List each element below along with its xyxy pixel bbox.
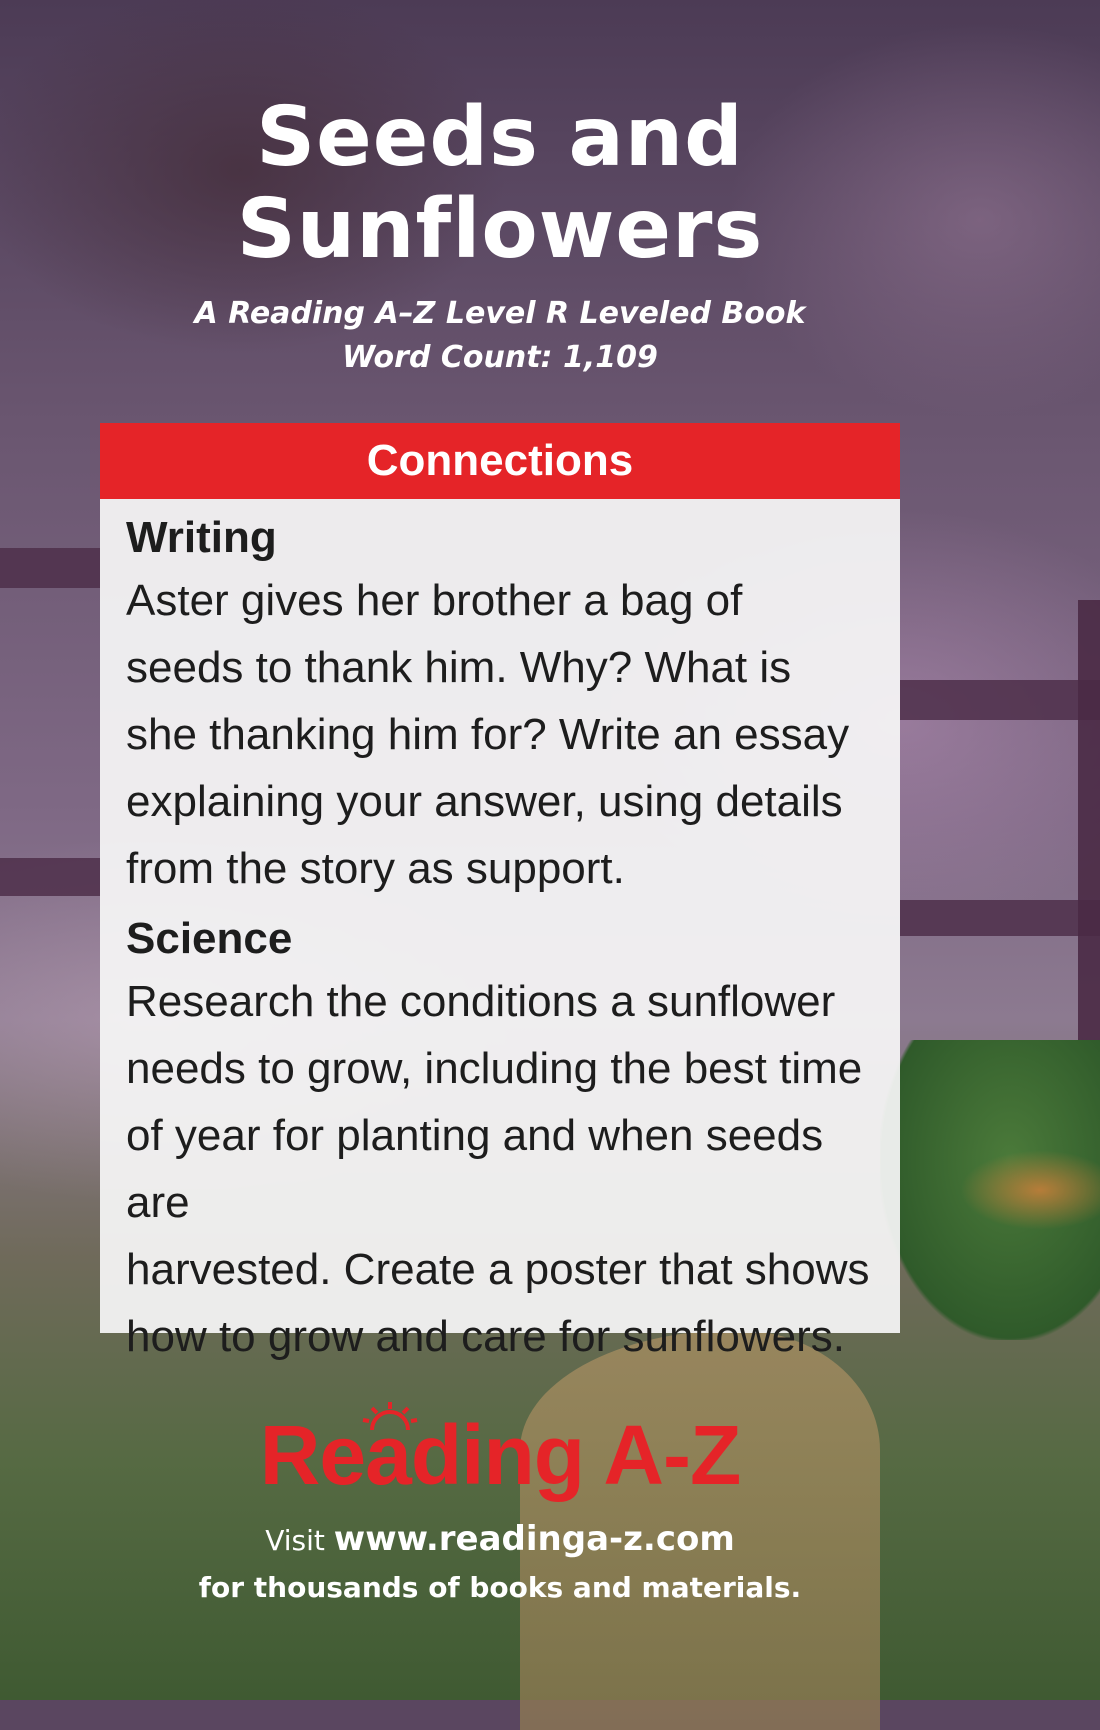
- connections-body: Writing Aster gives her brother a bag of…: [100, 499, 900, 1370]
- section-heading-science: Science: [126, 914, 293, 963]
- level-label: A Reading A–Z Level R Leveled Book: [194, 296, 806, 331]
- sun-icon: [362, 1402, 418, 1430]
- visit-line: Visit www.readinga-z.com: [0, 1518, 1000, 1562]
- website-link[interactable]: www.readinga-z.com: [334, 1519, 735, 1559]
- orange-flowers: [960, 1150, 1100, 1230]
- fence-rail-right: [900, 680, 1100, 720]
- section-heading-writing: Writing: [126, 513, 277, 562]
- visit-label: Visit: [265, 1524, 325, 1557]
- fence-rail-left: [0, 548, 100, 588]
- book-title: Seeds and Sunflowers: [0, 92, 1000, 276]
- section-text-science: Research the conditions a sunflower need…: [126, 977, 870, 1361]
- connections-header: Connections: [100, 423, 900, 499]
- book-subtitle: A Reading A–Z Level R Leveled Book Word …: [0, 292, 1000, 380]
- reading-az-logo: Reading A-Z: [259, 1408, 742, 1502]
- fence-rail-right-lower: [900, 900, 1100, 936]
- book-title-line2: Sunflowers: [236, 182, 764, 277]
- connections-card: Connections Writing Aster gives her brot…: [100, 423, 900, 1361]
- footer-tagline: for thousands of books and materials.: [198, 1571, 802, 1604]
- book-title-line1: Seeds and: [256, 90, 744, 185]
- word-count: Word Count: 1,109: [342, 340, 658, 375]
- section-text-writing: Aster gives her brother a bag of seeds t…: [126, 576, 850, 893]
- fence-rail-left-lower: [0, 858, 100, 896]
